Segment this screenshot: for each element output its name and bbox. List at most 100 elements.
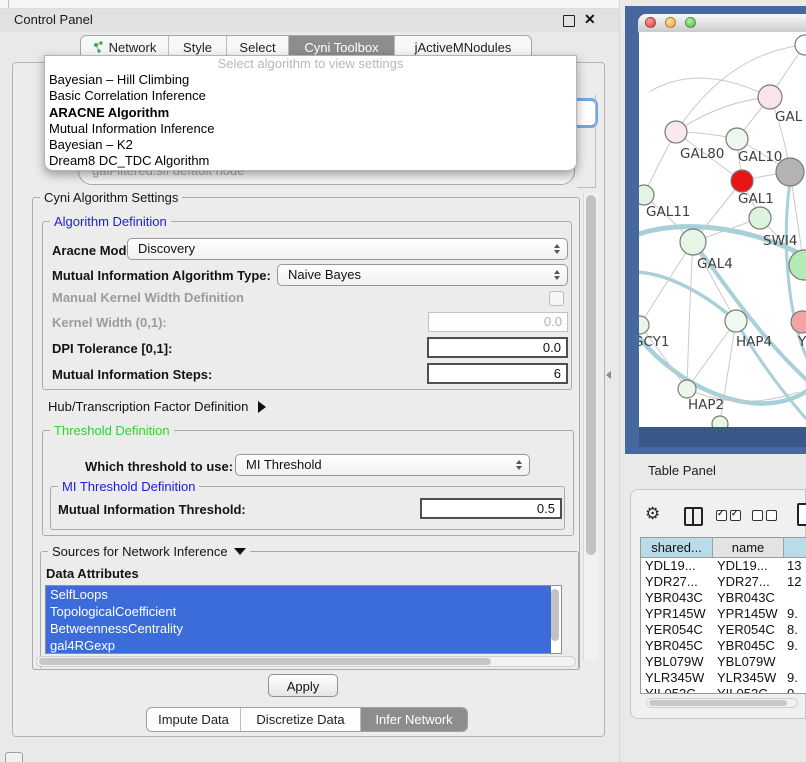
dropdown-item-dream8-dc-tdc-algorithm[interactable]: Dream8 DC_TDC Algorithm (45, 153, 576, 169)
node-SWI4[interactable] (789, 250, 806, 280)
manual-kernel-checkbox[interactable] (549, 291, 564, 306)
node-gal-pink[interactable] (758, 85, 782, 109)
float-panel-icon[interactable] (563, 15, 575, 27)
dropdown-item-mutual-information-inference[interactable]: Mutual Information Inference (45, 121, 576, 137)
node-HAP4[interactable] (725, 310, 747, 332)
settings-scrollbar[interactable] (583, 193, 598, 660)
new-table-icon[interactable] (797, 503, 806, 526)
node-GAL4[interactable] (680, 229, 706, 255)
mi-threshold-field[interactable]: 0.5 (420, 498, 562, 519)
horizontal-scrollbar[interactable] (36, 656, 576, 667)
column-header-hidden[interactable] (784, 538, 806, 557)
node-GAL80[interactable] (665, 121, 687, 143)
table-row[interactable]: YIL052CYIL052C0. (641, 686, 806, 694)
close-window-icon[interactable] (645, 17, 656, 28)
network-edge[interactable] (687, 242, 693, 389)
table-cell: 13 (784, 558, 806, 574)
node-red[interactable] (731, 170, 753, 192)
attribute-item-gal4rgexp[interactable]: gal4RGexp (46, 637, 551, 654)
tab-label: Style (183, 40, 212, 55)
network-icon (93, 41, 104, 54)
table-row[interactable]: YBR043CYBR043C (641, 590, 806, 606)
hub-definition-toggle[interactable]: Hub/Transcription Factor Definition (48, 398, 266, 416)
settings-scrollbar-thumb[interactable] (586, 195, 596, 555)
table-row[interactable]: YBR045CYBR045C9. (641, 638, 806, 654)
table-cell: YBR045C (713, 638, 784, 654)
stepper-icon (554, 244, 560, 254)
tab-infer-network[interactable]: Infer Network (361, 708, 467, 731)
tab-label: jActiveMNodules (415, 40, 512, 55)
sources-toggle[interactable]: Sources for Network Inference (48, 544, 250, 559)
network-edge[interactable] (640, 242, 693, 325)
table-cell: YER054C (641, 622, 713, 638)
table-row[interactable]: YDL19...YDL19...13 (641, 558, 806, 574)
kernel-width-label: Kernel Width (0,1): (52, 314, 167, 332)
dropdown-item-aracne-algorithm[interactable]: ARACNE Algorithm (45, 105, 576, 121)
table-scrollbar-thumb[interactable] (649, 700, 787, 706)
network-canvas[interactable]: GALGAL80GAL10GAL1GAL11SWI4GAL4GCY1HAP4YH… (639, 32, 806, 427)
panel-resize-arrow-icon[interactable] (606, 371, 611, 379)
algorithm-definition-title: Algorithm Definition (50, 214, 171, 229)
gear-icon[interactable]: ⚙ (645, 504, 660, 524)
node-GAL11[interactable] (639, 185, 654, 205)
algorithm-dropdown-popup: Select algorithm to view settings Bayesi… (44, 55, 577, 171)
table-row[interactable]: YPR145WYPR145W9. (641, 606, 806, 622)
node-attribute-table: shared...name YDL19...YDL19...13YDR27...… (640, 537, 806, 694)
kernel-width-field[interactable]: 0.0 (428, 312, 568, 332)
column-header-name[interactable]: name (713, 538, 784, 557)
table-scrollbar[interactable] (646, 698, 798, 708)
table-cell: YBL079W (713, 654, 784, 670)
aracne-mode-label: Aracne Mode: (52, 241, 138, 261)
horizontal-scrollbar-thumb[interactable] (39, 658, 491, 665)
which-threshold-select[interactable]: MI Threshold (235, 454, 530, 476)
node-GAL10[interactable] (726, 128, 748, 150)
bottom-tabbar: Impute DataDiscretize DataInfer Network (146, 707, 468, 732)
dock-icon[interactable] (5, 752, 23, 762)
select-all-checkbox-icon[interactable] (730, 510, 741, 521)
deselect-all-checkbox-icon[interactable] (766, 510, 777, 521)
tab-impute-data[interactable]: Impute Data (147, 708, 241, 731)
chevron-right-icon (258, 401, 266, 413)
table-cell: 12 (784, 574, 806, 590)
select-all-checkbox-icon[interactable] (716, 510, 727, 521)
columns-icon[interactable] (684, 507, 703, 526)
attribute-item-topologicalcoefficient[interactable]: TopologicalCoefficient (46, 603, 551, 620)
chevron-down-icon (234, 548, 246, 555)
node-bottom[interactable] (712, 416, 728, 427)
network-edge[interactable] (649, 78, 770, 97)
attribute-item-selfloops[interactable]: SelfLoops (46, 586, 551, 603)
node-top[interactable] (795, 35, 806, 55)
threshold-definition-title: Threshold Definition (50, 423, 174, 438)
table-row[interactable]: YLR345WYLR345W9. (641, 670, 806, 686)
mi-steps-field[interactable]: 6 (427, 363, 568, 384)
table-cell (784, 590, 806, 606)
dropdown-item-basic-correlation-inference[interactable]: Basic Correlation Inference (45, 88, 576, 104)
table-row[interactable]: YDR27...YDR27...12 (641, 574, 806, 590)
data-attributes-list[interactable]: SelfLoopsTopologicalCoefficientBetweenne… (45, 585, 562, 654)
zoom-window-icon[interactable] (685, 17, 696, 28)
minimize-window-icon[interactable] (665, 17, 676, 28)
node-GCY1[interactable] (639, 316, 649, 334)
mi-threshold-label: Mutual Information Threshold: (58, 500, 246, 519)
attributes-scrollbar-thumb[interactable] (551, 589, 559, 641)
deselect-all-checkbox-icon[interactable] (752, 510, 763, 521)
panel-divider (619, 0, 620, 762)
column-header-shared[interactable]: shared... (641, 538, 713, 557)
attribute-item-betweennesscentrality[interactable]: BetweennessCentrality (46, 620, 551, 637)
aracne-mode-select[interactable]: Discovery (127, 238, 568, 260)
dropdown-items: Bayesian – Hill ClimbingBasic Correlatio… (45, 72, 576, 170)
dpi-tolerance-field[interactable]: 0.0 (427, 337, 568, 358)
table-cell: YPR145W (641, 606, 713, 622)
tab-discretize-data[interactable]: Discretize Data (241, 708, 361, 731)
dropdown-item-bayesian-hill-climbing[interactable]: Bayesian – Hill Climbing (45, 72, 576, 88)
node-HAP2[interactable] (678, 380, 696, 398)
dropdown-item-bayesian-k2[interactable]: Bayesian – K2 (45, 137, 576, 153)
apply-button[interactable]: Apply (268, 674, 338, 697)
mi-type-select[interactable]: Naive Bayes (277, 264, 568, 286)
network-edge[interactable] (687, 321, 736, 389)
node-GAL1[interactable] (749, 207, 771, 229)
close-icon[interactable]: ✕ (584, 11, 596, 28)
table-row[interactable]: YBL079WYBL079W (641, 654, 806, 670)
table-row[interactable]: YER054CYER054C8. (641, 622, 806, 638)
network-window-titlebar[interactable] (638, 14, 806, 33)
